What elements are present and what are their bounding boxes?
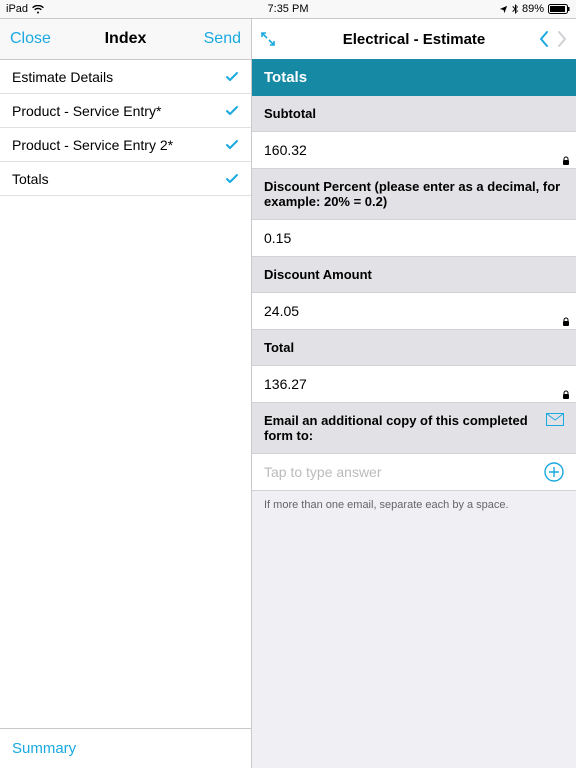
- subtotal-label: Subtotal: [252, 96, 576, 132]
- bluetooth-icon: [512, 4, 518, 14]
- prev-icon[interactable]: [538, 30, 549, 48]
- list-item[interactable]: Totals: [0, 162, 251, 196]
- summary-button[interactable]: Summary: [12, 740, 76, 757]
- total-value: 136.27: [264, 376, 307, 392]
- list-item-label: Totals: [12, 171, 49, 187]
- statusbar: iPad 7:35 PM 89%: [0, 0, 576, 18]
- lock-icon: [562, 317, 570, 327]
- index-navbar: Close Index Send: [0, 19, 251, 59]
- battery-pct: 89%: [522, 3, 544, 15]
- section-header: Totals: [252, 59, 576, 96]
- list-item[interactable]: Product - Service Entry*: [0, 94, 251, 128]
- discount-amt-label: Discount Amount: [252, 257, 576, 293]
- next-icon: [557, 30, 568, 48]
- detail-pane: Electrical - Estimate Totals Subtotal 16…: [252, 19, 576, 768]
- detail-title: Electrical - Estimate: [252, 31, 576, 48]
- list-item-label: Product - Service Entry*: [12, 103, 161, 119]
- device-label: iPad: [6, 3, 28, 15]
- expand-icon[interactable]: [260, 31, 276, 47]
- check-icon: [225, 104, 239, 118]
- total-value-row: 136.27: [252, 366, 576, 403]
- list-item[interactable]: Estimate Details: [0, 60, 251, 94]
- add-icon[interactable]: [544, 462, 564, 482]
- detail-navbar: Electrical - Estimate: [252, 19, 576, 59]
- discount-pct-label: Discount Percent (please enter as a deci…: [252, 169, 576, 220]
- check-icon: [225, 138, 239, 152]
- email-label: Email an additional copy of this complet…: [264, 413, 536, 443]
- subtotal-value: 160.32: [264, 142, 307, 158]
- mail-icon[interactable]: [546, 413, 564, 426]
- check-icon: [225, 70, 239, 84]
- index-list: Estimate Details Product - Service Entry…: [0, 59, 251, 728]
- index-footer: Summary: [0, 728, 251, 768]
- lock-icon: [562, 156, 570, 166]
- lock-icon: [562, 390, 570, 400]
- discount-amt-value-row: 24.05: [252, 293, 576, 330]
- clock: 7:35 PM: [0, 3, 576, 15]
- check-icon: [225, 172, 239, 186]
- discount-pct-value-row[interactable]: 0.15: [252, 220, 576, 257]
- discount-amt-value: 24.05: [264, 303, 299, 319]
- email-input-row[interactable]: [252, 454, 576, 491]
- list-item-label: Estimate Details: [12, 69, 113, 85]
- index-pane: Close Index Send Estimate Details Produc…: [0, 19, 252, 768]
- battery-icon: [548, 4, 570, 14]
- email-hint: If more than one email, separate each by…: [252, 491, 576, 519]
- total-label: Total: [252, 330, 576, 366]
- location-icon: [499, 5, 508, 14]
- subtotal-value-row: 160.32: [252, 132, 576, 169]
- list-item[interactable]: Product - Service Entry 2*: [0, 128, 251, 162]
- close-button[interactable]: Close: [10, 30, 51, 48]
- list-item-label: Product - Service Entry 2*: [12, 137, 173, 153]
- wifi-icon: [32, 5, 44, 14]
- discount-pct-value: 0.15: [264, 230, 291, 246]
- email-label-row: Email an additional copy of this complet…: [252, 403, 576, 454]
- email-input[interactable]: [264, 464, 536, 480]
- send-button[interactable]: Send: [204, 30, 241, 48]
